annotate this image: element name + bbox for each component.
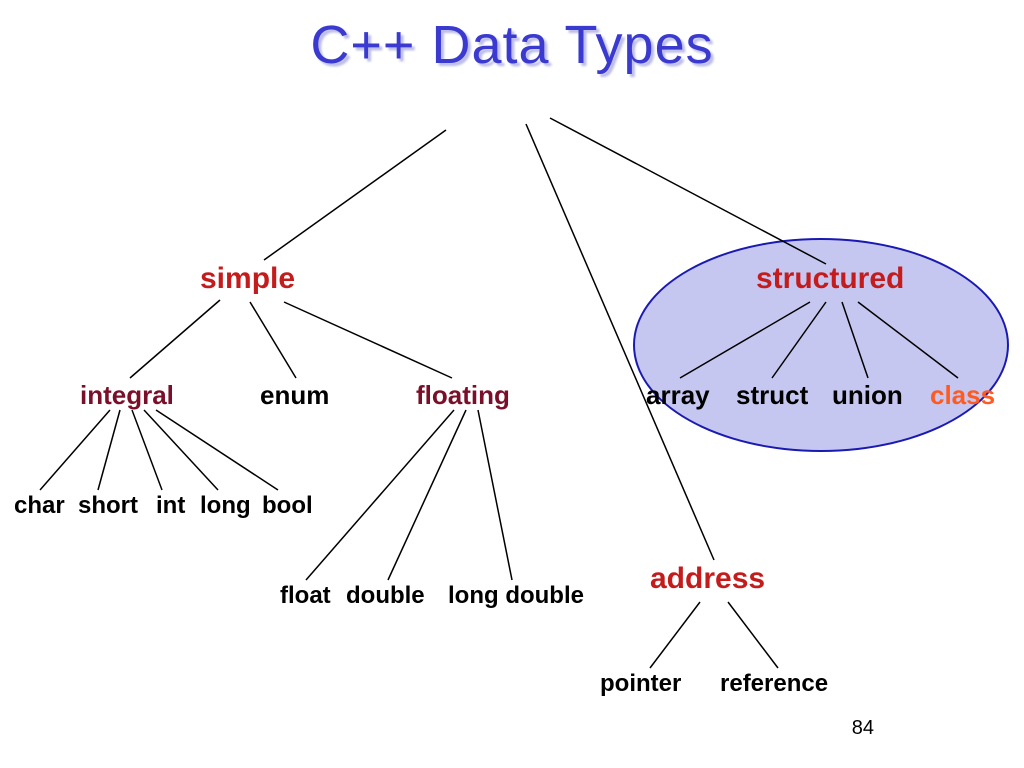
node-int: int [156, 492, 185, 520]
node-structured: structured [756, 262, 904, 296]
node-long: long [200, 492, 251, 520]
node-pointer: pointer [600, 670, 681, 698]
node-float: float [280, 582, 331, 610]
node-enum: enum [260, 380, 329, 411]
node-class: class [930, 380, 995, 411]
diagram-stage: C++ Data Types [0, 0, 1024, 768]
node-integral: integral [80, 380, 174, 411]
node-struct: struct [736, 380, 808, 411]
page-number: 84 [852, 717, 874, 740]
diagram-title: C++ Data Types [0, 14, 1024, 76]
node-reference: reference [720, 670, 828, 698]
node-array: array [646, 380, 710, 411]
node-double: double [346, 582, 425, 610]
node-bool: bool [262, 492, 313, 520]
node-char: char [14, 492, 65, 520]
node-long-double: long double [448, 582, 584, 610]
node-floating: floating [416, 380, 510, 411]
node-short: short [78, 492, 138, 520]
node-address: address [650, 562, 765, 596]
node-union: union [832, 380, 903, 411]
node-simple: simple [200, 262, 295, 296]
